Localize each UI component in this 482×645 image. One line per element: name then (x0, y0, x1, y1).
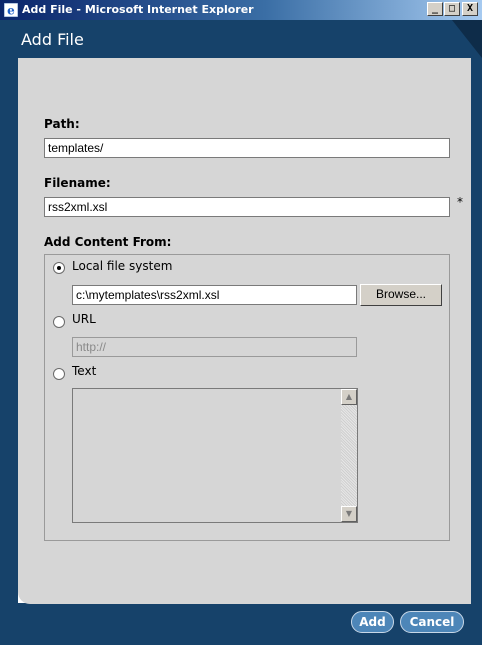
header-corner-decoration (452, 20, 482, 58)
filename-input[interactable]: rss2xml.xsl (44, 197, 450, 217)
browse-button[interactable]: Browse... (360, 284, 442, 306)
path-label: Path: (44, 117, 80, 131)
window-title: Add File - Microsoft Internet Explorer (22, 3, 254, 16)
url-label[interactable]: URL (72, 312, 96, 326)
required-marker: * (457, 195, 463, 209)
add-content-label: Add Content From: (44, 235, 172, 249)
cancel-button[interactable]: Cancel (400, 611, 464, 633)
minimize-button[interactable]: _ (427, 2, 443, 16)
url-input[interactable]: http:// (72, 337, 357, 357)
local-file-path-input[interactable]: c:\mytemplates\rss2xml.xsl (72, 285, 357, 305)
maximize-button[interactable]: □ (444, 2, 460, 16)
close-button[interactable]: X (462, 2, 478, 16)
path-input[interactable]: templates/ (44, 138, 450, 158)
dialog-frame-right (471, 58, 482, 608)
scroll-up-arrow-icon[interactable]: ▲ (341, 389, 357, 405)
scroll-down-arrow-icon[interactable]: ▼ (341, 506, 357, 522)
window-title-bar[interactable]: e Add File - Microsoft Internet Explorer… (0, 0, 482, 20)
textarea-scrollbar[interactable]: ▲ ▼ (341, 389, 357, 522)
svg-text:e: e (7, 4, 15, 18)
dialog-frame-left (0, 58, 18, 608)
add-button[interactable]: Add (351, 611, 394, 633)
filename-label: Filename: (44, 176, 111, 190)
url-radio[interactable] (53, 316, 65, 328)
local-file-label[interactable]: Local file system (72, 259, 172, 273)
text-radio[interactable] (53, 368, 65, 380)
text-content-area[interactable]: ▲ ▼ (72, 388, 358, 523)
local-file-radio[interactable] (53, 262, 65, 274)
text-label[interactable]: Text (72, 364, 96, 378)
internet-explorer-icon: e (4, 3, 18, 17)
dialog-title: Add File (21, 30, 84, 49)
radio-selected-dot (57, 266, 61, 270)
